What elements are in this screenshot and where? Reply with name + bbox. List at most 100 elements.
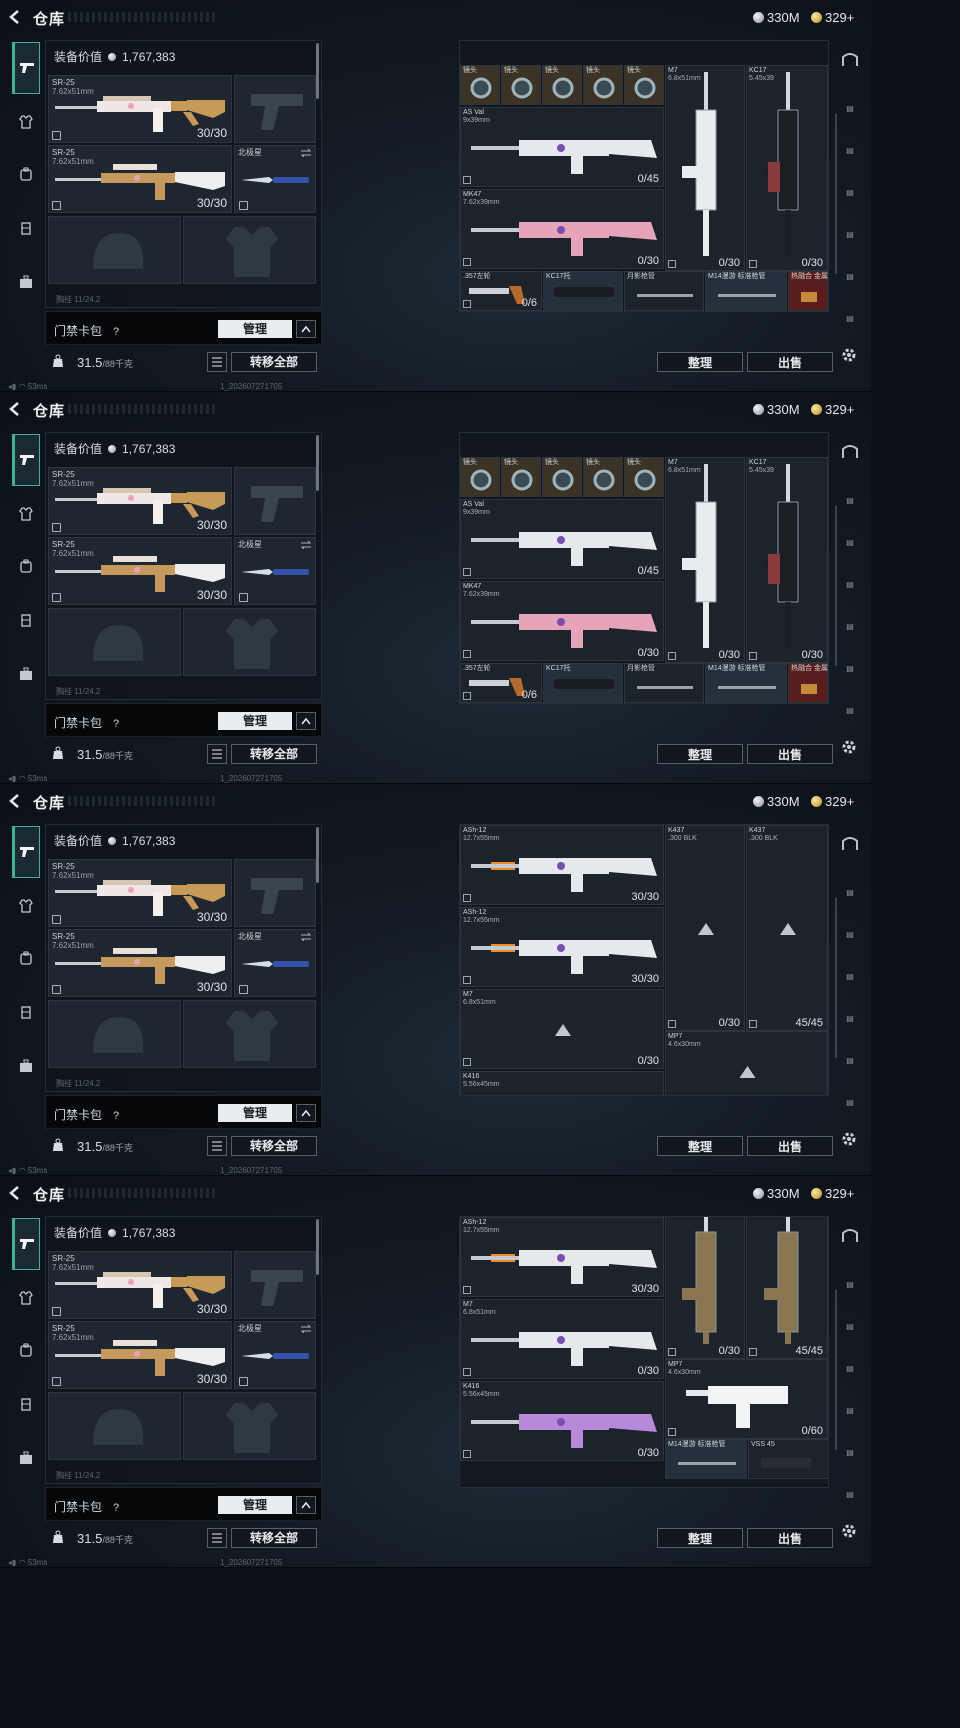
back-arrow-icon[interactable] (8, 402, 22, 416)
stash-item-cell[interactable]: M7 6.8x51mm 0/30 (460, 989, 664, 1069)
stash-item-cell[interactable]: ASh-12 12.7x55mm 30/30 (460, 1217, 664, 1297)
stash-item-cell[interactable]: M14漫游 标准枪管 (705, 663, 787, 703)
helmet-slot-empty[interactable] (48, 1392, 181, 1460)
stash-tab-7[interactable]: ▤ (837, 1482, 863, 1508)
list-view-button[interactable] (207, 352, 227, 372)
stash-item-cell[interactable]: 镜头 (501, 65, 541, 105)
help-icon[interactable]: ? (110, 1110, 122, 1122)
armor-slot-empty[interactable] (183, 1000, 316, 1068)
melee-slot[interactable]: 北极星 (234, 537, 316, 605)
nav-armor[interactable] (12, 886, 40, 926)
swap-icon[interactable] (300, 933, 312, 941)
sort-button[interactable]: 整理 (657, 1136, 743, 1156)
pistol-slot-empty[interactable] (234, 75, 316, 143)
stash-tab-6[interactable]: ▤ (837, 1048, 863, 1074)
helmet-slot-empty[interactable] (48, 216, 181, 284)
secondary-weapon-slot[interactable]: SR-25 7.62x51mm 30/30 (48, 537, 232, 605)
stash-tab-7[interactable]: ▤ (837, 698, 863, 724)
back-arrow-icon[interactable] (8, 10, 22, 24)
sort-button[interactable]: 整理 (657, 352, 743, 372)
stash-item-cell[interactable]: M14漫游 标准枪管 (665, 1439, 747, 1479)
collapse-button[interactable] (296, 1104, 316, 1122)
primary-weapon-slot[interactable]: SR-25 7.62x51mm 30/30 (48, 1251, 232, 1319)
primary-weapon-slot[interactable]: SR-25 7.62x51mm 30/30 (48, 859, 232, 927)
stash-tab-6[interactable]: ▤ (837, 1440, 863, 1466)
stash-tab-5[interactable]: ▤ (837, 1398, 863, 1424)
secondary-weapon-slot[interactable]: SR-25 7.62x51mm 30/30 (48, 929, 232, 997)
stash-tab-3[interactable]: ▤ (837, 922, 863, 948)
stash-item-cell[interactable]: M7 6.8x51mm 0/30 (665, 457, 745, 663)
stash-tab-1[interactable] (837, 52, 863, 78)
nav-armor[interactable] (12, 102, 40, 142)
loadout-scrollbar[interactable] (316, 827, 319, 883)
stash-item-cell[interactable]: 镜头 (460, 65, 500, 105)
nav-case[interactable] (12, 1046, 40, 1086)
stash-tab-5[interactable]: ▤ (837, 1006, 863, 1032)
nav-chest-rig[interactable] (12, 992, 40, 1032)
collapse-button[interactable] (296, 1496, 316, 1514)
stash-item-cell[interactable]: 热融合 金属 (788, 663, 828, 703)
stash-item-cell[interactable]: 镜头 (460, 457, 500, 497)
stash-item-cell[interactable]: 镜头 (542, 65, 582, 105)
melee-slot[interactable]: 北极星 (234, 929, 316, 997)
helmet-slot-empty[interactable] (48, 608, 181, 676)
loadout-scrollbar[interactable] (316, 435, 319, 491)
stash-tab-5[interactable]: ▤ (837, 222, 863, 248)
manage-button[interactable]: 管理 (218, 1496, 292, 1514)
nav-backpack[interactable] (12, 938, 40, 978)
swap-icon[interactable] (300, 149, 312, 157)
stash-tab-4[interactable]: ▤ (837, 180, 863, 206)
transfer-all-button[interactable]: 转移全部 (231, 352, 317, 372)
gold-currency[interactable]: 329+ (811, 1186, 854, 1201)
stash-item-cell[interactable]: VSS 45 (748, 1439, 828, 1479)
nav-backpack[interactable] (12, 154, 40, 194)
gold-currency[interactable]: 329+ (811, 402, 854, 417)
armor-slot-empty[interactable] (183, 1392, 316, 1460)
stash-item-cell[interactable]: 镜头 (501, 457, 541, 497)
primary-weapon-slot[interactable]: SR-25 7.62x51mm 30/30 (48, 467, 232, 535)
stash-tab-6[interactable]: ▤ (837, 264, 863, 290)
nav-backpack[interactable] (12, 1330, 40, 1370)
sell-button[interactable]: 出售 (747, 352, 833, 372)
stash-item-cell[interactable]: AS Val 9x39mm 0/45 (460, 107, 664, 187)
stash-item-cell[interactable]: 月影枪管 (624, 271, 704, 311)
transfer-all-button[interactable]: 转移全部 (231, 1528, 317, 1548)
nav-armor[interactable] (12, 494, 40, 534)
stash-item-cell[interactable]: ASh-12 12.7x55mm 30/30 (460, 907, 664, 987)
stash-item-cell[interactable]: K416 5.56x45mm 0/30 (460, 1381, 664, 1461)
stash-item-cell[interactable]: M7 6.8x51mm 0/30 (460, 1299, 664, 1379)
gold-currency[interactable]: 329+ (811, 10, 854, 25)
melee-slot[interactable]: 北极星 (234, 145, 316, 213)
collapse-button[interactable] (296, 320, 316, 338)
stash-tab-3[interactable]: ▤ (837, 1314, 863, 1340)
secondary-weapon-slot[interactable]: SR-25 7.62x51mm 30/30 (48, 145, 232, 213)
helmet-slot-empty[interactable] (48, 1000, 181, 1068)
stash-item-cell[interactable]: 镜头 (583, 65, 623, 105)
nav-case[interactable] (12, 262, 40, 302)
stash-item-cell[interactable]: KC17托 (543, 271, 623, 311)
list-view-button[interactable] (207, 1528, 227, 1548)
help-icon[interactable]: ? (110, 326, 122, 338)
loadout-scrollbar[interactable] (316, 1219, 319, 1275)
stash-item-cell[interactable]: KC17 5.45x39 0/30 (746, 457, 828, 663)
stash-tab-7[interactable]: ▤ (837, 1090, 863, 1116)
stash-item-cell[interactable]: K437.300 BLK 0/30 (665, 825, 745, 1031)
stash-item-cell[interactable]: M14漫游 标准枪管 (705, 271, 787, 311)
pistol-slot-empty[interactable] (234, 1251, 316, 1319)
sell-button[interactable]: 出售 (747, 1528, 833, 1548)
armor-slot-empty[interactable] (183, 216, 316, 284)
stash-tab-5[interactable]: ▤ (837, 614, 863, 640)
stash-tab-6[interactable]: ▤ (837, 656, 863, 682)
settings-gear-icon[interactable] (840, 1130, 858, 1148)
stash-item-cell[interactable]: 月影枪管 (624, 663, 704, 703)
stash-item-cell[interactable]: KC17 5.45x39 0/30 (746, 65, 828, 271)
stash-item-cell[interactable]: MK47 7.62x39mm 0/30 (460, 189, 664, 269)
loadout-scrollbar[interactable] (316, 43, 319, 99)
list-view-button[interactable] (207, 1136, 227, 1156)
sell-button[interactable]: 出售 (747, 744, 833, 764)
nav-pistol[interactable] (12, 1218, 40, 1270)
settings-gear-icon[interactable] (840, 346, 858, 364)
sell-button[interactable]: 出售 (747, 1136, 833, 1156)
stash-item-cell[interactable]: AS Val 9x39mm 0/45 (460, 499, 664, 579)
settings-gear-icon[interactable] (840, 1522, 858, 1540)
